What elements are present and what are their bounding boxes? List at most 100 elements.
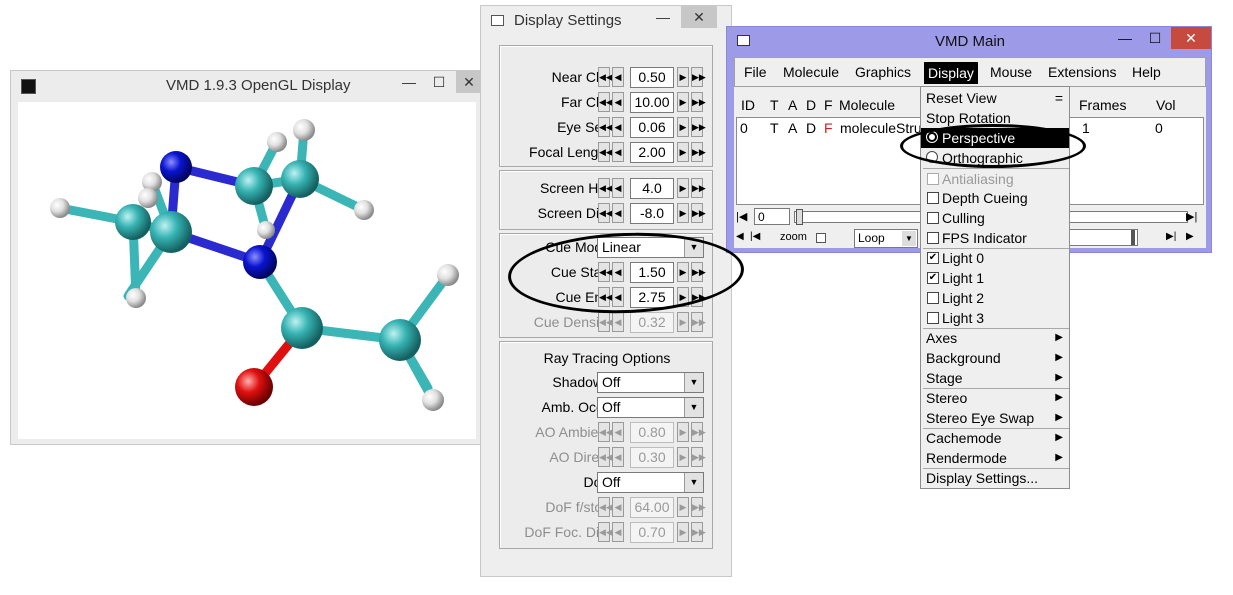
increment-icon[interactable]: ▶ [677,287,689,307]
column-a[interactable]: A [788,97,797,113]
fast-increment-icon[interactable]: ▶▶ [691,287,706,307]
menu-mouse[interactable]: Mouse [990,64,1032,80]
decrement-icon[interactable]: ◀ [612,287,624,307]
menu-item-rendermode[interactable]: Rendermode ▶ [921,448,1069,468]
column-f[interactable]: F [824,97,833,113]
menu-item-stereo[interactable]: Stereo ▶ [921,388,1069,408]
fast-decrement-icon[interactable]: ◀◀ [598,117,613,137]
maximize-button[interactable]: ☐ [1145,27,1165,49]
chevron-down-icon[interactable]: ▼ [684,373,703,392]
step-forward-icon[interactable]: ▶| [1166,229,1182,245]
screen-hgt-field[interactable]: 4.0 [630,178,674,199]
skip-to-end-icon[interactable]: ▶| [1186,209,1202,225]
minimize-button[interactable]: — [399,71,419,93]
display-settings-titlebar[interactable]: Display Settings — ✕ [481,6,731,36]
column-vol[interactable]: Vol [1156,97,1175,113]
menu-item-background[interactable]: Background ▶ [921,348,1069,368]
speed-slider[interactable] [1064,229,1138,246]
menu-file[interactable]: File [744,64,767,80]
decrement-icon[interactable]: ◀ [612,67,624,87]
cue-mode-select[interactable]: Linear ▼ [597,237,704,258]
fast-increment-icon[interactable]: ▶▶ [691,92,706,112]
increment-icon[interactable]: ▶ [677,117,689,137]
skip-to-start-icon[interactable]: |◀ [736,209,752,225]
window-menu-icon[interactable] [737,35,750,46]
fast-increment-icon[interactable]: ▶▶ [691,178,706,198]
menu-extensions[interactable]: Extensions [1048,64,1116,80]
speed-handle[interactable] [1131,230,1135,245]
column-d[interactable]: D [806,97,816,113]
menu-molecule[interactable]: Molecule [783,64,839,80]
menu-item-light-2[interactable]: Light 2 [921,288,1069,308]
opengl-titlebar[interactable]: VMD 1.9.3 OpenGL Display — ☐ ✕ [11,71,482,101]
menu-item-perspective[interactable]: Perspective [921,128,1069,148]
chevron-down-icon[interactable]: ▼ [684,473,703,492]
menu-item-light-1[interactable]: ✔ Light 1 [921,268,1069,288]
increment-icon[interactable]: ▶ [677,178,689,198]
minimize-button[interactable]: — [1115,27,1135,49]
menu-item-orthographic[interactable]: Orthographic [921,148,1069,168]
fast-increment-icon[interactable]: ▶▶ [691,117,706,137]
screen-dist-field[interactable]: -8.0 [630,203,674,224]
cue-start-field[interactable]: 1.50 [630,262,674,283]
fast-decrement-icon[interactable]: ◀◀ [598,67,613,87]
column-t[interactable]: T [770,97,779,113]
chevron-down-icon[interactable]: ▼ [684,238,703,257]
menu-item-reset-view[interactable]: Reset View = [921,88,1069,108]
menu-item-display-settings[interactable]: Display Settings... [921,468,1069,488]
play-reverse-icon[interactable]: ◀ [736,229,748,245]
row-f[interactable]: F [824,120,833,136]
menu-item-axes[interactable]: Axes ▶ [921,328,1069,348]
menu-item-culling[interactable]: Culling [921,208,1069,228]
row-t[interactable]: T [770,120,779,136]
menu-item-light-3[interactable]: Light 3 [921,308,1069,328]
close-button[interactable]: ✕ [1171,27,1211,49]
dof-select[interactable]: Off ▼ [597,472,704,493]
minimize-button[interactable]: — [653,6,673,28]
slider-handle[interactable] [796,209,803,225]
focal-length-field[interactable]: 2.00 [630,142,674,163]
column-frames[interactable]: Frames [1079,97,1126,113]
increment-icon[interactable]: ▶ [677,67,689,87]
decrement-icon[interactable]: ◀ [612,262,624,282]
menu-item-stereo-eye-swap[interactable]: Stereo Eye Swap ▶ [921,408,1069,428]
increment-icon[interactable]: ▶ [677,142,689,162]
column-molecule[interactable]: Molecule [839,97,895,113]
menu-item-stage[interactable]: Stage ▶ [921,368,1069,388]
window-menu-icon[interactable] [491,15,504,26]
decrement-icon[interactable]: ◀ [612,142,624,162]
fast-decrement-icon[interactable]: ◀◀ [598,142,613,162]
far-clip-field[interactable]: 10.00 [630,92,674,113]
close-button[interactable]: ✕ [681,6,717,28]
play-forward-icon[interactable]: ▶ [1186,229,1200,245]
menu-item-cachemode[interactable]: Cachemode ▶ [921,428,1069,448]
decrement-icon[interactable]: ◀ [612,203,624,223]
menu-item-depth-cueing[interactable]: Depth Cueing [921,188,1069,208]
increment-icon[interactable]: ▶ [677,203,689,223]
menu-display[interactable]: Display [924,62,978,84]
fast-increment-icon[interactable]: ▶▶ [691,203,706,223]
column-id[interactable]: ID [741,97,755,113]
row-a[interactable]: A [788,120,797,136]
eye-sep-field[interactable]: 0.06 [630,117,674,138]
increment-icon[interactable]: ▶ [677,92,689,112]
frame-field[interactable]: 0 [754,208,790,225]
close-button[interactable]: ✕ [456,71,482,93]
vmd-main-titlebar[interactable]: VMD Main — ☐ ✕ [727,27,1211,57]
zoom-checkbox[interactable] [816,233,826,243]
shadows-select[interactable]: Off ▼ [597,372,704,393]
fast-increment-icon[interactable]: ▶▶ [691,67,706,87]
decrement-icon[interactable]: ◀ [612,92,624,112]
fast-decrement-icon[interactable]: ◀◀ [598,92,613,112]
cue-end-field[interactable]: 2.75 [630,287,674,308]
menu-graphics[interactable]: Graphics [855,64,911,80]
menu-item-light-0[interactable]: ✔ Light 0 [921,248,1069,268]
loop-select[interactable]: Loop ▼ [854,229,918,248]
fast-decrement-icon[interactable]: ◀◀ [598,287,613,307]
row-molecule[interactable]: moleculeStru [840,120,922,136]
maximize-button[interactable]: ☐ [429,71,449,93]
amb-occl-select[interactable]: Off ▼ [597,397,704,418]
menu-help[interactable]: Help [1132,64,1161,80]
decrement-icon[interactable]: ◀ [612,178,624,198]
row-d[interactable]: D [806,120,816,136]
